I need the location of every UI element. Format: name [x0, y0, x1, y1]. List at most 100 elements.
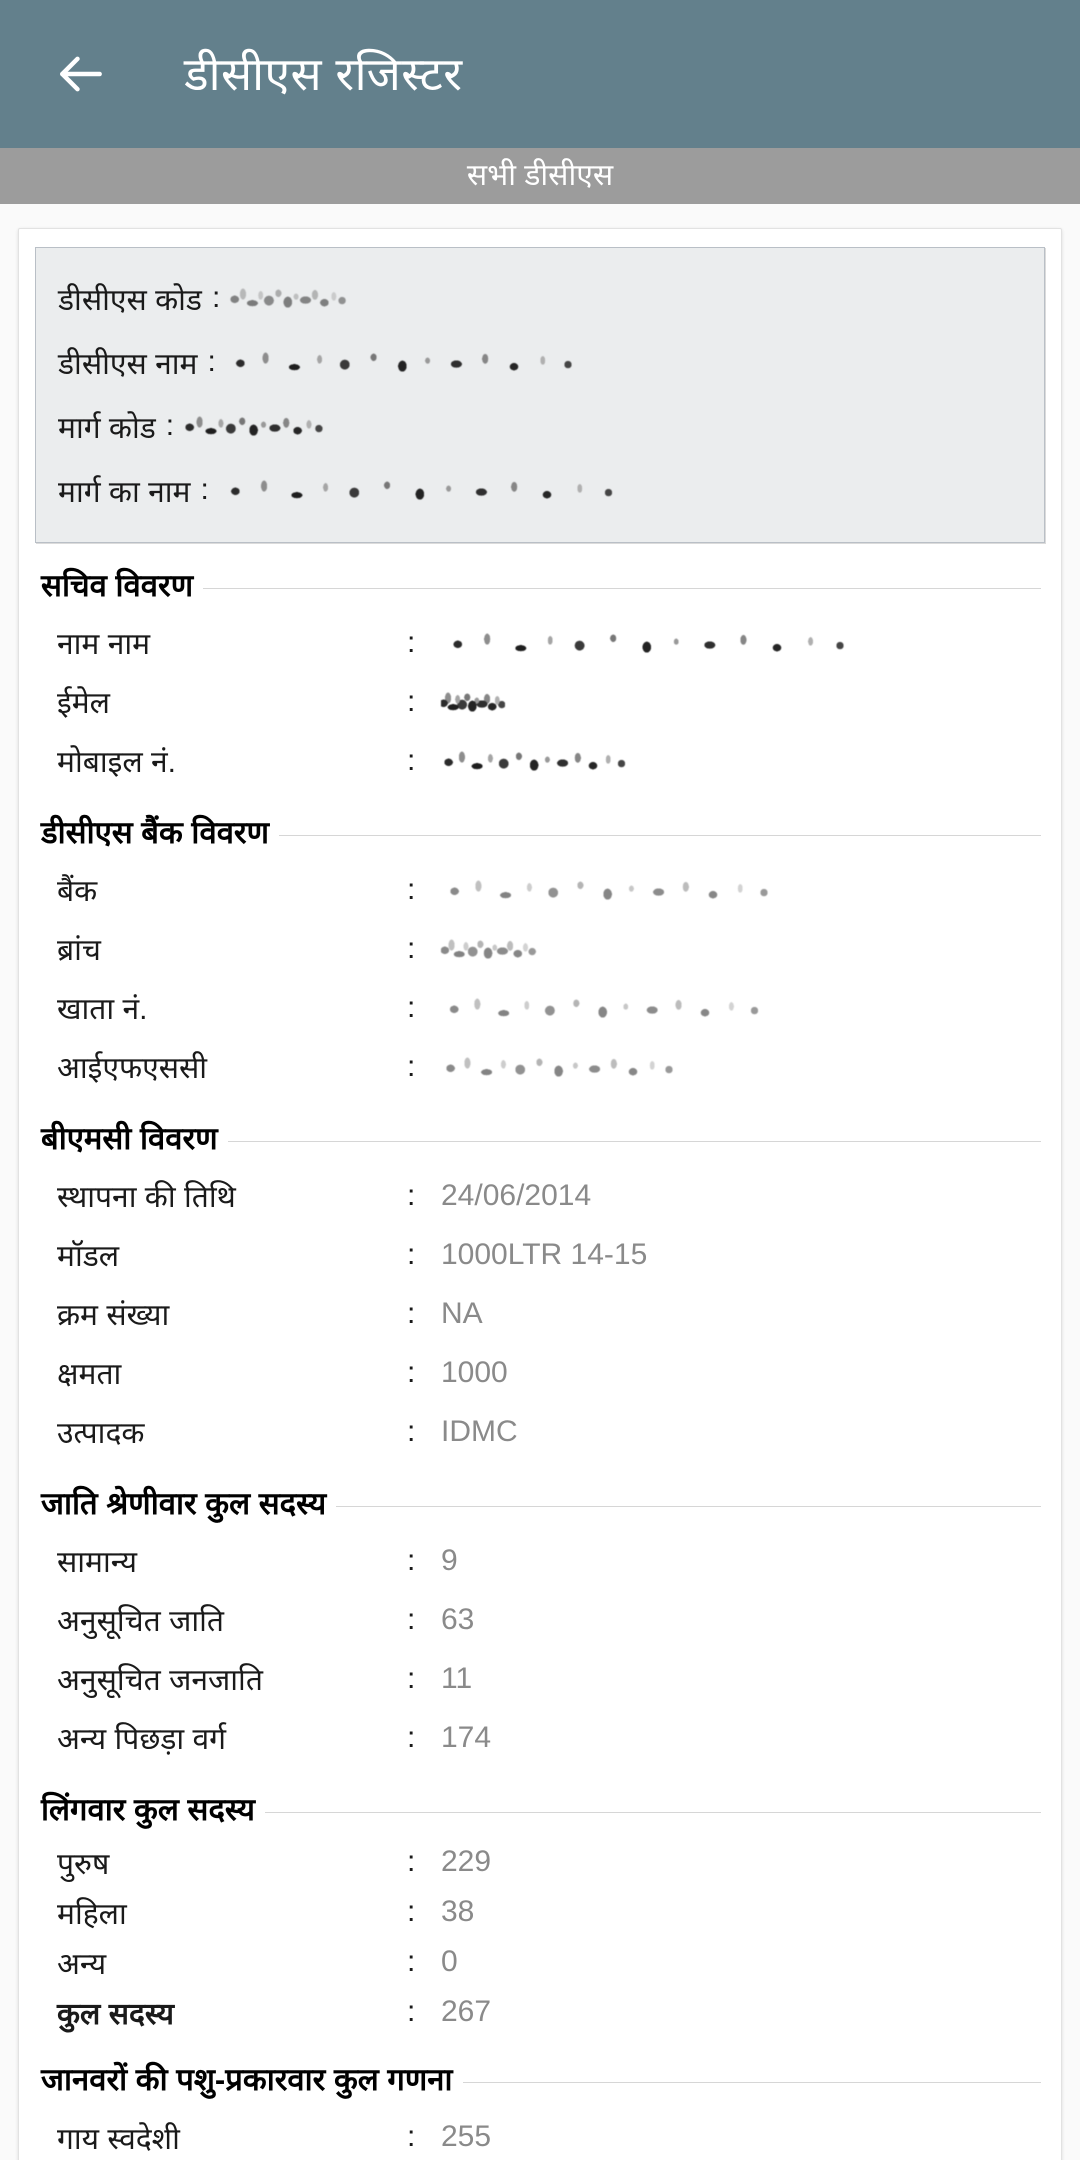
- detail-row: बैंक:: [35, 860, 1045, 919]
- section-3: जाति श्रेणीवार कुल सदस्य सामान्य:9 अनुसूचि…: [35, 1487, 1045, 1767]
- detail-row: आईएफएससी:: [35, 1037, 1045, 1096]
- section-header: डीसीएस बैंक विवरण: [35, 815, 1045, 850]
- summary-row: डीसीएस कोड:: [58, 266, 1022, 330]
- row-colon: :: [407, 1296, 416, 1330]
- row-label: अनुसूचित जाति: [57, 1605, 225, 1639]
- arrow-left-icon: [53, 46, 109, 102]
- section-4: लिंगवार कुल सदस्य पुरुष:229 महिला:38 अन्य:0…: [35, 1793, 1045, 2037]
- summary-row-label: डीसीएस कोड: [58, 283, 202, 317]
- redacted-value: [441, 994, 771, 1021]
- row-value: 24/06/2014: [441, 1178, 592, 1212]
- row-value: 229: [441, 1845, 492, 1879]
- section-divider: [336, 1505, 1041, 1507]
- row-label: नाम नाम: [57, 628, 151, 662]
- row-label: पुरुष: [57, 1847, 110, 1881]
- summary-row-colon: :: [211, 281, 221, 314]
- row-colon: :: [407, 931, 416, 965]
- summary-row-label: मार्ग का नाम: [58, 475, 191, 509]
- row-colon: :: [407, 1895, 416, 1929]
- row-label: अनुसूचित जनजाति: [57, 1664, 263, 1698]
- row-value: NA: [441, 1296, 483, 1330]
- section-rows: गाय स्वदेशी:255संकर गाय:43: [35, 2098, 1045, 2160]
- app-bar: डीसीएस रजिस्टर: [0, 0, 1080, 148]
- summary-row-colon: :: [165, 409, 175, 442]
- subheader-bar: सभी डीसीएस: [0, 148, 1080, 204]
- summary-row-label: मार्ग कोड: [58, 411, 156, 445]
- detail-row: क्रम संख्या: NA: [35, 1284, 1045, 1343]
- row-value: IDMC: [441, 1414, 518, 1448]
- row-colon: :: [407, 1845, 416, 1879]
- section-0: सचिव विवरण नाम नाम: ईमेल: मोबाइल नं.:: [35, 568, 1045, 790]
- row-value: 9: [441, 1543, 458, 1577]
- redacted-value: [441, 876, 781, 903]
- row-value: 1000: [441, 1355, 508, 1389]
- summary-row-colon: :: [207, 345, 216, 378]
- detail-row: कुल सदस्य:267: [35, 1987, 1045, 2037]
- detail-row: अनुसूचित जनजाति:11: [35, 1649, 1045, 1708]
- redacted-value: [441, 629, 861, 656]
- detail-row: मॉडल:1000LTR 14-15: [35, 1225, 1045, 1284]
- section-2: बीएमसी विवरण स्थापना की तिथि:24/06/2014 मॉ…: [35, 1122, 1045, 1461]
- row-label: क्रम संख्या: [57, 1299, 170, 1333]
- section-rows: सामान्य:9 अनुसूचित जाति:63 अनुसूचित जनजाति…: [35, 1521, 1045, 1767]
- section-title: जानवरों की पशु-प्रकारवार कुल गणना: [41, 2062, 453, 2098]
- row-value: 267: [441, 1995, 492, 2029]
- redacted-value: [441, 747, 631, 774]
- row-label: महिला: [57, 1897, 127, 1931]
- row-label: क्षमता: [57, 1358, 122, 1392]
- detail-row: पुरुष:229: [35, 1837, 1045, 1887]
- detail-row: स्थापना की तिथि:24/06/2014: [35, 1166, 1045, 1225]
- section-header: जानवरों की पशु-प्रकारवार कुल गणना: [35, 2063, 1045, 2097]
- subheader-title: सभी डीसीएस: [466, 159, 614, 192]
- row-label: आईएफएससी: [57, 1052, 208, 1086]
- row-colon: :: [407, 990, 416, 1024]
- row-colon: :: [407, 1178, 416, 1212]
- section-rows: नाम नाम: ईमेल: मोबाइल नं.:: [35, 603, 1045, 790]
- section-header: सचिव विवरण: [35, 568, 1045, 603]
- detail-row: ईमेल:: [35, 672, 1045, 731]
- row-colon: :: [407, 1661, 416, 1695]
- row-colon: :: [407, 1945, 416, 1979]
- row-value: 1000LTR 14-15: [441, 1237, 648, 1271]
- row-colon: :: [407, 1355, 416, 1389]
- section-title: सचिव विवरण: [41, 568, 194, 603]
- section-title: लिंगवार कुल सदस्य: [41, 1792, 255, 1828]
- detail-row: खाता नं.:: [35, 978, 1045, 1037]
- summary-row: मार्ग का नाम:: [58, 458, 1022, 522]
- row-label: अन्य पिछड़ा वर्ग: [57, 1723, 227, 1757]
- row-value: 63: [441, 1602, 475, 1636]
- redacted-value: [218, 477, 629, 503]
- section-header: लिंगवार कुल सदस्य: [35, 1793, 1045, 1827]
- section-header: जाति श्रेणीवार कुल सदस्य: [35, 1487, 1045, 1521]
- row-colon: :: [407, 1414, 416, 1448]
- summary-row-label: डीसीएस नाम: [58, 347, 198, 381]
- row-value: 255: [441, 2120, 492, 2154]
- row-label: उत्पादक: [57, 1417, 145, 1451]
- redacted-value: [441, 935, 537, 962]
- detail-row: उत्पादक: IDMC: [35, 1402, 1045, 1461]
- section-rows: बैंक: ब्रांच: खाता नं.: आईएफएससी:: [35, 850, 1045, 1096]
- row-colon: :: [407, 684, 416, 718]
- row-colon: :: [407, 1237, 416, 1271]
- scroll-content[interactable]: डीसीएस कोड: डीसीएस नाम: मार्ग कोड: मार्ग का…: [0, 204, 1080, 2160]
- row-colon: :: [407, 2120, 416, 2154]
- app-screen: डीसीएस रजिस्टर सभी डीसीएस डीसीएस कोड: डीस…: [0, 0, 1080, 2160]
- detail-row: क्षमता:1000: [35, 1343, 1045, 1402]
- detail-row: अन्य:0: [35, 1937, 1045, 1987]
- detail-row: महिला:38: [35, 1887, 1045, 1937]
- row-label: अन्य: [57, 1947, 107, 1981]
- section-divider: [264, 1811, 1041, 1813]
- redacted-value: [441, 688, 505, 715]
- redacted-value: [441, 1053, 681, 1080]
- row-value: 11: [441, 1661, 473, 1695]
- section-5: जानवरों की पशु-प्रकारवार कुल गणना गाय स्व…: [35, 2063, 1045, 2160]
- row-label: खाता नं.: [57, 993, 148, 1027]
- detail-row: मोबाइल नं.:: [35, 731, 1045, 790]
- section-divider: [279, 834, 1041, 836]
- redacted-value: [184, 413, 327, 439]
- row-label: मॉडल: [57, 1240, 120, 1274]
- detail-card: डीसीएस कोड: डीसीएस नाम: मार्ग कोड: मार्ग का…: [18, 228, 1062, 2160]
- row-label: स्थापना की तिथि: [57, 1181, 236, 1215]
- row-value: 38: [441, 1895, 475, 1929]
- back-button[interactable]: [44, 37, 118, 111]
